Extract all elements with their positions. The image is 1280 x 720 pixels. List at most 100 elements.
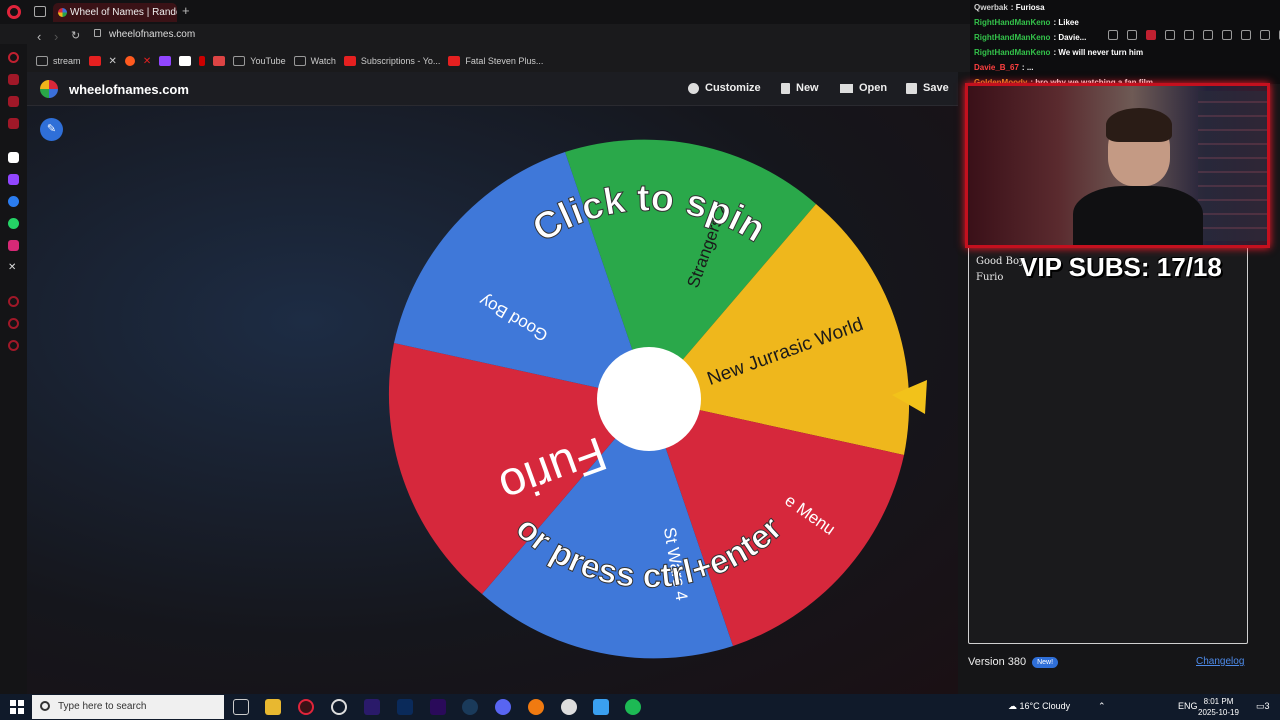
sidebar-app-icon[interactable]	[8, 118, 19, 129]
language-indicator[interactable]: ENG	[1178, 701, 1198, 711]
youtube-icon	[343, 56, 356, 66]
chat-message: RightHandManKeno: Likee	[974, 18, 1079, 27]
version-label: Version 380 New!	[968, 656, 1059, 668]
bookmark-x2-icon[interactable]: ✕	[143, 56, 151, 67]
lock-icon	[94, 29, 101, 37]
url-field[interactable]: wheelofnames.com	[94, 29, 195, 40]
folder-icon	[233, 56, 246, 66]
aria-icon[interactable]	[8, 52, 19, 63]
bookmark-netflix-icon[interactable]	[199, 56, 206, 66]
obs-icon[interactable]	[331, 699, 347, 715]
new-badge: New!	[1032, 656, 1059, 668]
x-icon[interactable]: ✕	[8, 262, 19, 273]
sidebar-app-icon[interactable]	[8, 74, 19, 85]
extensions-icon[interactable]	[1222, 30, 1232, 40]
bookmark-watch-folder[interactable]: Watch	[293, 56, 336, 66]
chat-message: RightHandManKeno: We will never turn him	[974, 48, 1144, 57]
streamer-hair	[1106, 108, 1172, 142]
notifications-icon[interactable]: ▭3	[1256, 701, 1270, 712]
bookmark-x-icon[interactable]: ✕	[109, 56, 117, 67]
bookmark-youtube-folder[interactable]: YouTube	[233, 56, 286, 66]
wheel[interactable]: Strangers 2 New Jurrasic World e Menu St…	[27, 72, 958, 694]
sidebar-app-icon[interactable]	[8, 318, 19, 329]
entry-line: Furio	[976, 272, 1004, 283]
chat-message: Qwerbak: Furiosa	[974, 3, 1045, 12]
webcam-overlay	[965, 83, 1270, 248]
bookmark-reddit-icon[interactable]	[124, 56, 135, 66]
search-icon	[40, 701, 50, 711]
sidebar-app-icon[interactable]	[8, 96, 19, 107]
twitch-icon[interactable]	[8, 174, 19, 185]
search-app-icon[interactable]	[528, 699, 544, 715]
amazon-icon	[179, 56, 192, 66]
download-icon[interactable]	[1260, 30, 1270, 40]
netflix-icon	[199, 56, 206, 66]
wheel-favicon-icon	[58, 8, 67, 17]
extension-icons	[1108, 30, 1280, 40]
history-icon[interactable]	[8, 296, 19, 307]
x-icon: ✕	[108, 55, 117, 67]
vip-subs-counter: VIP SUBS: 17/18	[1020, 252, 1222, 282]
windows-start-icon[interactable]	[10, 700, 24, 714]
messenger-icon[interactable]	[8, 196, 19, 207]
steam-icon[interactable]	[462, 699, 478, 715]
file-explorer-icon[interactable]	[265, 699, 281, 715]
youtube-icon	[88, 56, 101, 66]
taskbar: Type here to search ☁ 16°C Cloudy ⌃ ENG …	[0, 694, 1280, 720]
tab-title: Wheel of Names | Random	[70, 7, 177, 18]
chat-message: Davie_B_67: ...	[974, 63, 1034, 72]
instagram-icon[interactable]	[8, 240, 19, 251]
profile-icon[interactable]	[1241, 30, 1251, 40]
app-icon[interactable]	[593, 699, 609, 715]
entries-textarea[interactable]: Good Boy Furio	[968, 242, 1248, 644]
extension-icon[interactable]	[1108, 30, 1118, 40]
play-icon[interactable]	[1184, 30, 1194, 40]
wheel-of-names-page: wheelofnames.com Customize New Open Save…	[27, 72, 958, 694]
photoshop-icon[interactable]	[397, 699, 413, 715]
extension-icon[interactable]	[1165, 30, 1175, 40]
app-icon[interactable]	[561, 699, 577, 715]
bookmark-gmail-icon[interactable]	[213, 56, 226, 66]
changelog-link[interactable]: Changelog	[1196, 656, 1244, 667]
browser-sidebar: ✕	[0, 44, 27, 694]
premiere-icon[interactable]	[430, 699, 446, 715]
x-red-icon: ✕	[142, 55, 152, 67]
gmail-icon	[213, 56, 226, 66]
extension-icon[interactable]	[1127, 30, 1137, 40]
bookmark-stream[interactable]: stream	[36, 56, 81, 66]
bookmark-youtube-icon[interactable]	[88, 56, 101, 66]
folder-icon	[36, 56, 48, 66]
wheel-center-hub[interactable]	[597, 347, 701, 451]
chat-overlay: Qwerbak: Furiosa RightHandManKeno: Likee…	[970, 0, 1280, 87]
youtube-icon	[448, 56, 461, 66]
back-icon[interactable]: ‹	[37, 29, 41, 44]
background-shelf	[1198, 91, 1267, 241]
streamer-body	[1073, 186, 1203, 245]
opera-icon[interactable]	[298, 699, 314, 715]
task-view-icon[interactable]	[233, 699, 249, 715]
new-tab-button[interactable]: +	[182, 3, 190, 18]
heart-icon[interactable]	[1203, 30, 1213, 40]
opera-logo-icon[interactable]	[7, 5, 21, 19]
settings-icon[interactable]	[8, 340, 19, 351]
taskbar-search-input[interactable]: Type here to search	[32, 695, 224, 719]
bookmark-twitch-icon[interactable]	[159, 56, 172, 66]
tray-chevron-icon[interactable]: ⌃	[1098, 701, 1106, 712]
browser-tab[interactable]: Wheel of Names | Random	[53, 3, 177, 22]
reload-icon[interactable]: ↻	[71, 29, 80, 42]
bookmark-fatal-steven[interactable]: Fatal Steven Plus...	[448, 56, 543, 66]
extension-icon[interactable]	[1146, 30, 1156, 40]
whatsapp-icon[interactable]	[8, 218, 19, 229]
spotify-icon[interactable]	[625, 699, 641, 715]
media-encoder-icon[interactable]	[364, 699, 380, 715]
url-text: wheelofnames.com	[109, 29, 196, 40]
sidebar-app-icon[interactable]	[8, 152, 19, 163]
workspaces-icon[interactable]	[34, 6, 46, 17]
clock[interactable]: 8:01 PM 2025-10-19	[1198, 696, 1239, 718]
bookmark-amazon-icon[interactable]	[179, 56, 192, 66]
twitch-icon	[159, 56, 172, 66]
bookmark-subscriptions[interactable]: Subscriptions - Yo...	[343, 56, 440, 66]
forward-icon[interactable]: ›	[54, 29, 58, 44]
discord-icon[interactable]	[495, 699, 511, 715]
weather-widget[interactable]: ☁ 16°C Cloudy	[1008, 701, 1070, 712]
